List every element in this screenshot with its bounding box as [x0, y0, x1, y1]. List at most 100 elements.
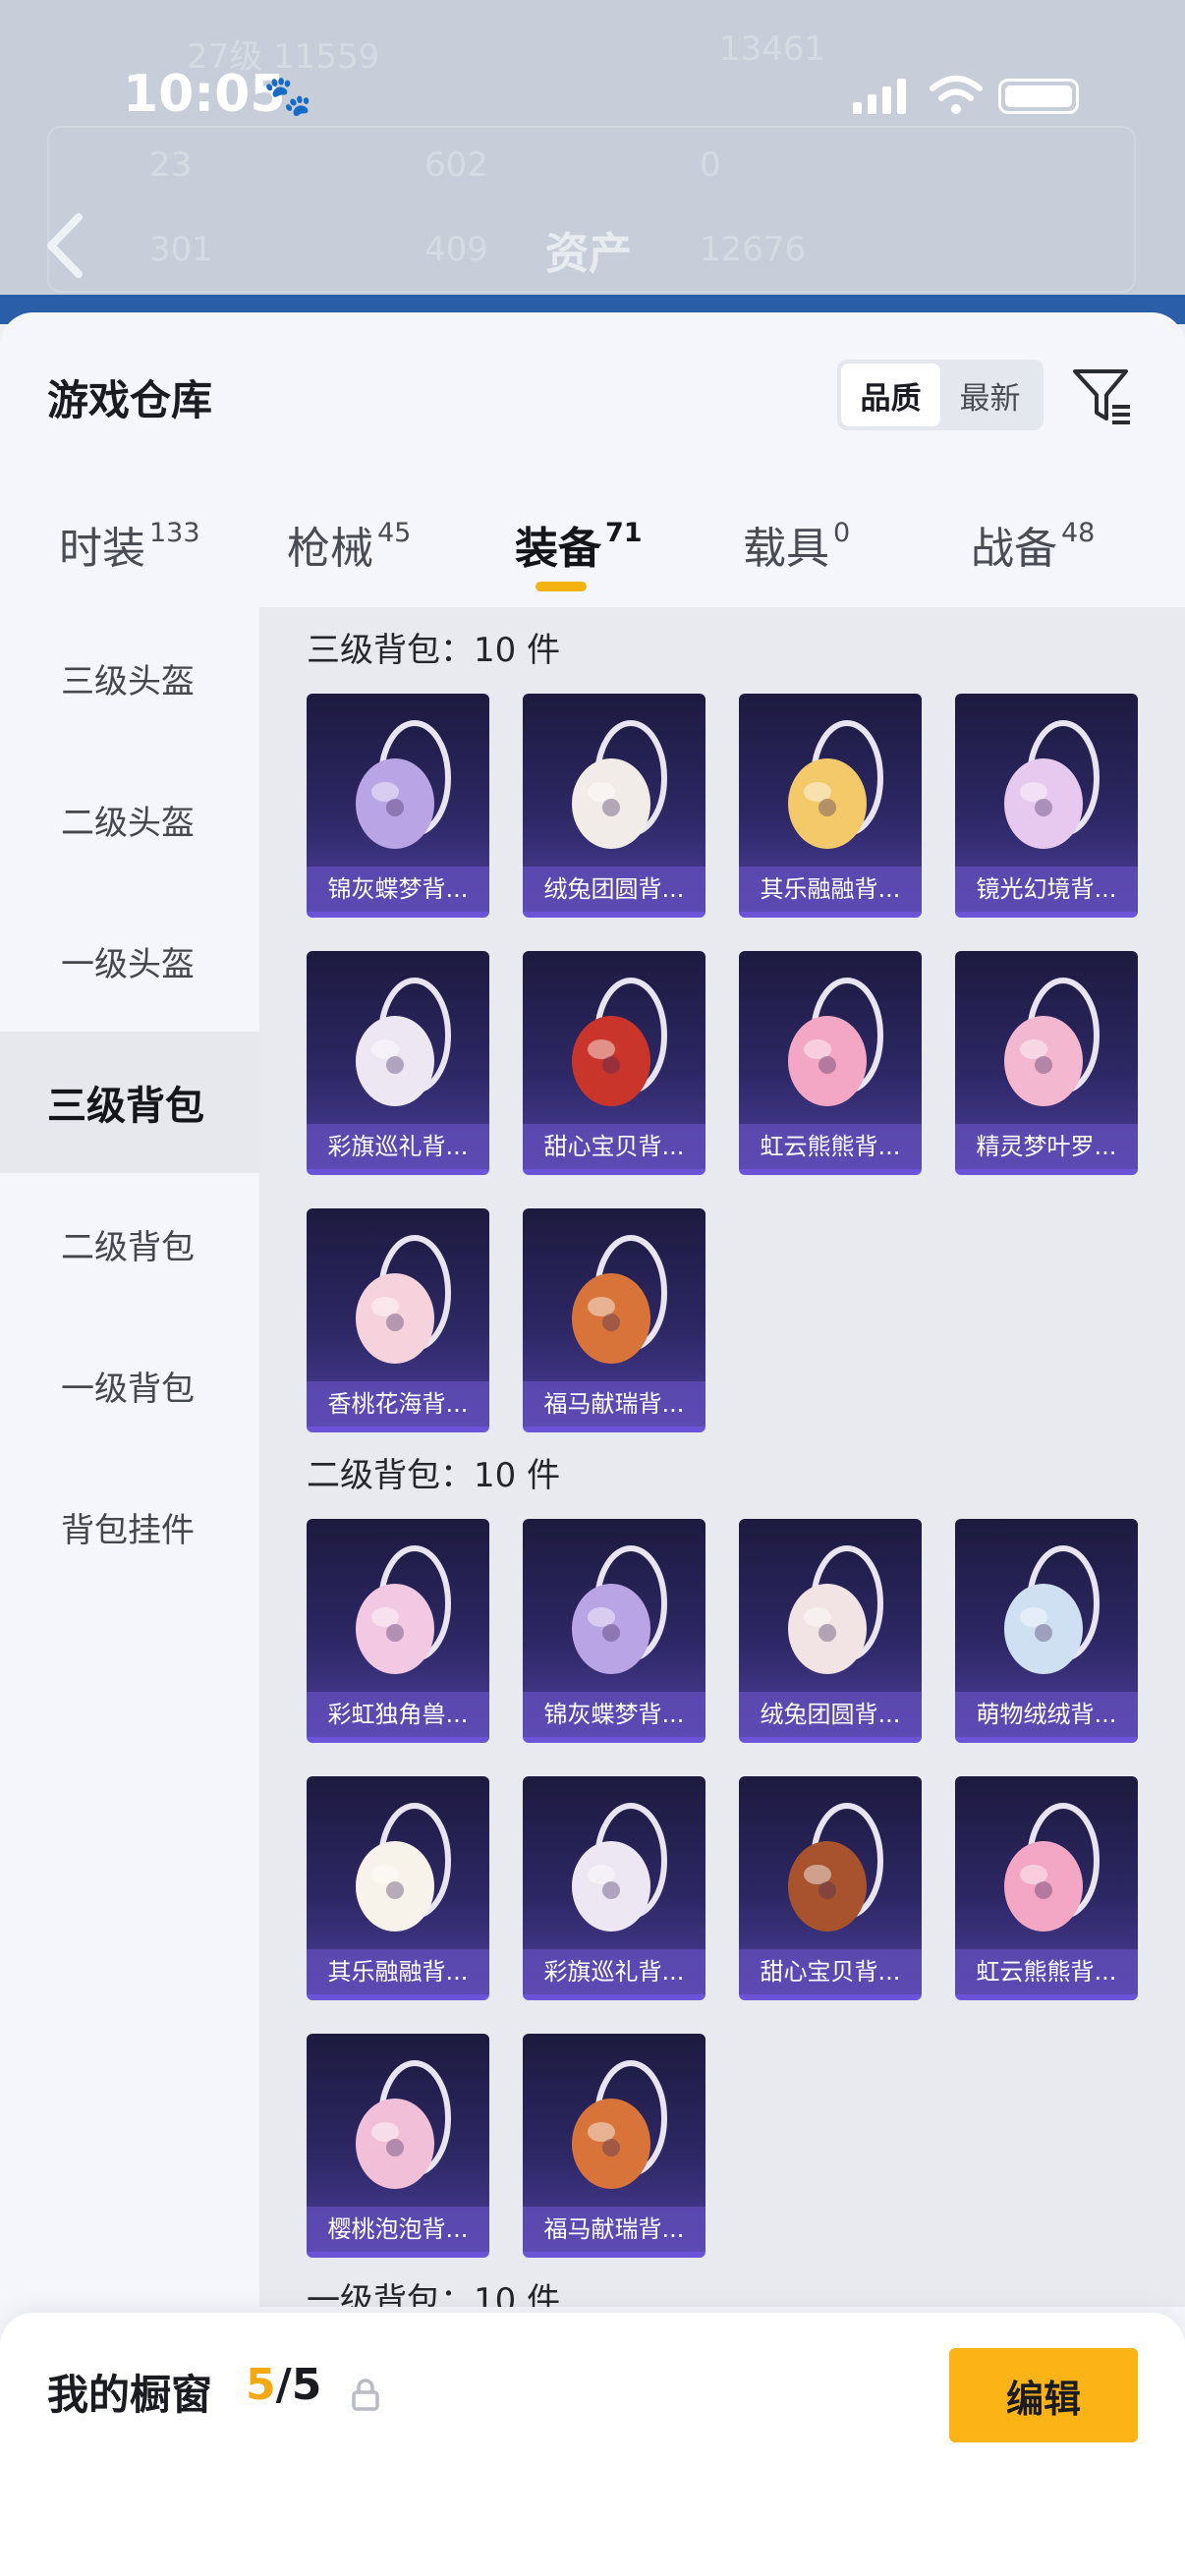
- showcase-footer: 我的橱窗 5/5 编辑: [0, 2313, 1185, 2576]
- tab-firearms[interactable]: 枪械 45: [287, 513, 411, 576]
- game-warehouse-sheet: 游戏仓库 品质 最新 时装 133 枪械 45 装备 71 载具 0 战备 48 三级头盔…: [0, 312, 1185, 2576]
- backpack-item-card[interactable]: 精灵梦叶罗...: [955, 951, 1138, 1175]
- bear-bag-icon: [1004, 1803, 1100, 1932]
- tab-label: 装备: [515, 524, 601, 574]
- sidebar-item-backpack-2[interactable]: 二级背包: [0, 1173, 259, 1315]
- backpack-item-card[interactable]: 萌物绒绒背...: [955, 1519, 1138, 1743]
- item-name: 虹云熊熊背...: [739, 1124, 922, 1169]
- dress-bag-icon: [356, 1235, 451, 1364]
- backpack-item-card[interactable]: 彩旗巡礼背...: [307, 951, 489, 1175]
- sidebar-item-backpack-3[interactable]: 三级背包: [0, 1032, 259, 1173]
- backpack-item-card[interactable]: 虹云熊熊背...: [955, 1776, 1138, 2000]
- plush-bag-icon: [1004, 1545, 1100, 1674]
- tab-count: 71: [605, 518, 643, 548]
- tab-vehicles[interactable]: 载具 0: [743, 513, 850, 576]
- butterfly-bag-icon: [356, 720, 451, 849]
- battery-icon: [998, 79, 1079, 114]
- backpack-item-card[interactable]: 虹云熊熊背...: [739, 951, 922, 1175]
- sort-toggle: 品质 最新: [837, 360, 1044, 430]
- lock-icon: [352, 2379, 379, 2411]
- item-name: 甜心宝贝背...: [523, 1124, 705, 1169]
- tab-label: 枪械: [287, 524, 373, 574]
- backdrop-stat: 0: [700, 145, 721, 185]
- bow-bag-icon: [356, 2060, 451, 2189]
- backpack-item-card[interactable]: 甜心宝贝背...: [739, 1776, 922, 2000]
- tab-label: 载具: [743, 524, 829, 574]
- backdrop-title: 资产: [545, 229, 632, 279]
- sidebar-item-backpack-charm[interactable]: 背包挂件: [0, 1456, 259, 1597]
- section-title: 二级背包：10 件: [307, 1456, 561, 1495]
- backpack-item-card[interactable]: 香桃花海背...: [307, 1208, 489, 1432]
- tab-count: 48: [1061, 518, 1096, 548]
- backdrop-stat: 12676: [700, 230, 807, 269]
- background-asset-page: 27级 11559 13461 23 602 0 301 409 12676 资…: [0, 0, 1185, 324]
- backpack-item-card[interactable]: 锦灰蝶梦背...: [307, 694, 489, 918]
- showcase-count-current: 5: [246, 2360, 276, 2410]
- item-name: 锦灰蝶梦背...: [307, 867, 489, 912]
- backdrop-stat: 602: [424, 145, 488, 185]
- backpack-item-card[interactable]: 其乐融融背...: [739, 694, 922, 918]
- backpack-item-card[interactable]: 镜光幻境背...: [955, 694, 1138, 918]
- cake-bag-icon: [788, 1803, 883, 1932]
- item-name: 萌物绒绒背...: [955, 1692, 1138, 1737]
- sidebar-item-backpack-1[interactable]: 一级背包: [0, 1315, 259, 1456]
- backpack-item-card[interactable]: 甜心宝贝背...: [523, 951, 705, 1175]
- section-title: 一级背包：10 件: [307, 2281, 561, 2307]
- item-name: 彩旗巡礼背...: [307, 1124, 489, 1169]
- mirror-bag-icon: [1004, 720, 1100, 849]
- item-name: 其乐融融背...: [307, 1949, 489, 1994]
- tab-count: 0: [833, 518, 851, 548]
- item-name: 绒兔团圆背...: [739, 1692, 922, 1737]
- backpack-item-card[interactable]: 彩旗巡礼背...: [523, 1776, 705, 2000]
- backpack-item-card[interactable]: 福马献瑞背...: [523, 2034, 705, 2258]
- backpack-item-card[interactable]: 其乐融融背...: [307, 1776, 489, 2000]
- tab-combat-gear[interactable]: 战备 48: [971, 513, 1095, 576]
- signal-icon: [853, 79, 906, 114]
- sidebar-item-helmet-3[interactable]: 三级头盔: [0, 607, 259, 749]
- item-name: 镜光幻境背...: [955, 867, 1138, 912]
- tab-label: 时装: [59, 524, 145, 574]
- backpack-item-card[interactable]: 彩虹独角兽...: [307, 1519, 489, 1743]
- showcase-title: 我的橱窗: [47, 2371, 213, 2419]
- back-arrow-icon[interactable]: [41, 211, 88, 280]
- backpack-item-card[interactable]: 绒兔团圆背...: [523, 694, 705, 918]
- sidebar-item-helmet-2[interactable]: 二级头盔: [0, 749, 259, 890]
- backdrop-line: 13461: [719, 29, 826, 69]
- category-tabs: 时装 133 枪械 45 装备 71 载具 0 战备 48: [0, 499, 1185, 597]
- unicorn-bag-icon: [356, 1545, 451, 1674]
- tab-fashion[interactable]: 时装 133: [59, 513, 200, 576]
- sort-quality-button[interactable]: 品质: [841, 364, 940, 426]
- bunny-bag-icon: [788, 1545, 883, 1674]
- sub-category-sidebar: 三级头盔 二级头盔 一级头盔 三级背包 二级背包 一级背包 背包挂件: [0, 607, 259, 2277]
- paw-icon: 🐾: [263, 74, 312, 119]
- edit-button[interactable]: 编辑: [949, 2348, 1138, 2442]
- backdrop-stat: 23: [149, 145, 193, 185]
- tab-count: 133: [149, 518, 200, 548]
- backpack-item-card[interactable]: 樱桃泡泡背...: [307, 2034, 489, 2258]
- tab-equipment[interactable]: 装备 71: [515, 513, 643, 576]
- backpack-item-card[interactable]: 锦灰蝶梦背...: [523, 1519, 705, 1743]
- cupcake-bag-icon: [788, 720, 883, 849]
- item-name: 其乐融融背...: [739, 867, 922, 912]
- sidebar-item-helmet-1[interactable]: 一级头盔: [0, 890, 259, 1032]
- item-grid-area: 三级背包：10 件锦灰蝶梦背... 绒兔团圆背... 其乐融融背... 镜光幻境背..…: [259, 607, 1185, 2307]
- backpack-item-card[interactable]: 绒兔团圆背...: [739, 1519, 922, 1743]
- drum-bag-icon: [572, 1803, 667, 1932]
- item-name: 彩旗巡礼背...: [523, 1949, 705, 1994]
- horse-bag-icon: [572, 1235, 667, 1364]
- item-name: 甜心宝贝背...: [739, 1949, 922, 1994]
- sort-latest-button[interactable]: 最新: [940, 364, 1040, 426]
- filter-icon[interactable]: [1071, 364, 1134, 426]
- backpack-item-card[interactable]: 福马献瑞背...: [523, 1208, 705, 1432]
- cupcake-bag-icon: [356, 1803, 451, 1932]
- item-name: 樱桃泡泡背...: [307, 2207, 489, 2252]
- heart-bag-icon: [1004, 978, 1100, 1106]
- active-tab-indicator: [536, 582, 587, 591]
- backdrop-stat: 301: [149, 230, 213, 269]
- item-name: 福马献瑞背...: [523, 1381, 705, 1427]
- item-name: 香桃花海背...: [307, 1381, 489, 1427]
- status-time: 10:05: [123, 65, 286, 124]
- wifi-icon: [930, 76, 983, 114]
- sheet-title: 游戏仓库: [47, 376, 213, 424]
- backdrop-stat: 409: [424, 230, 488, 269]
